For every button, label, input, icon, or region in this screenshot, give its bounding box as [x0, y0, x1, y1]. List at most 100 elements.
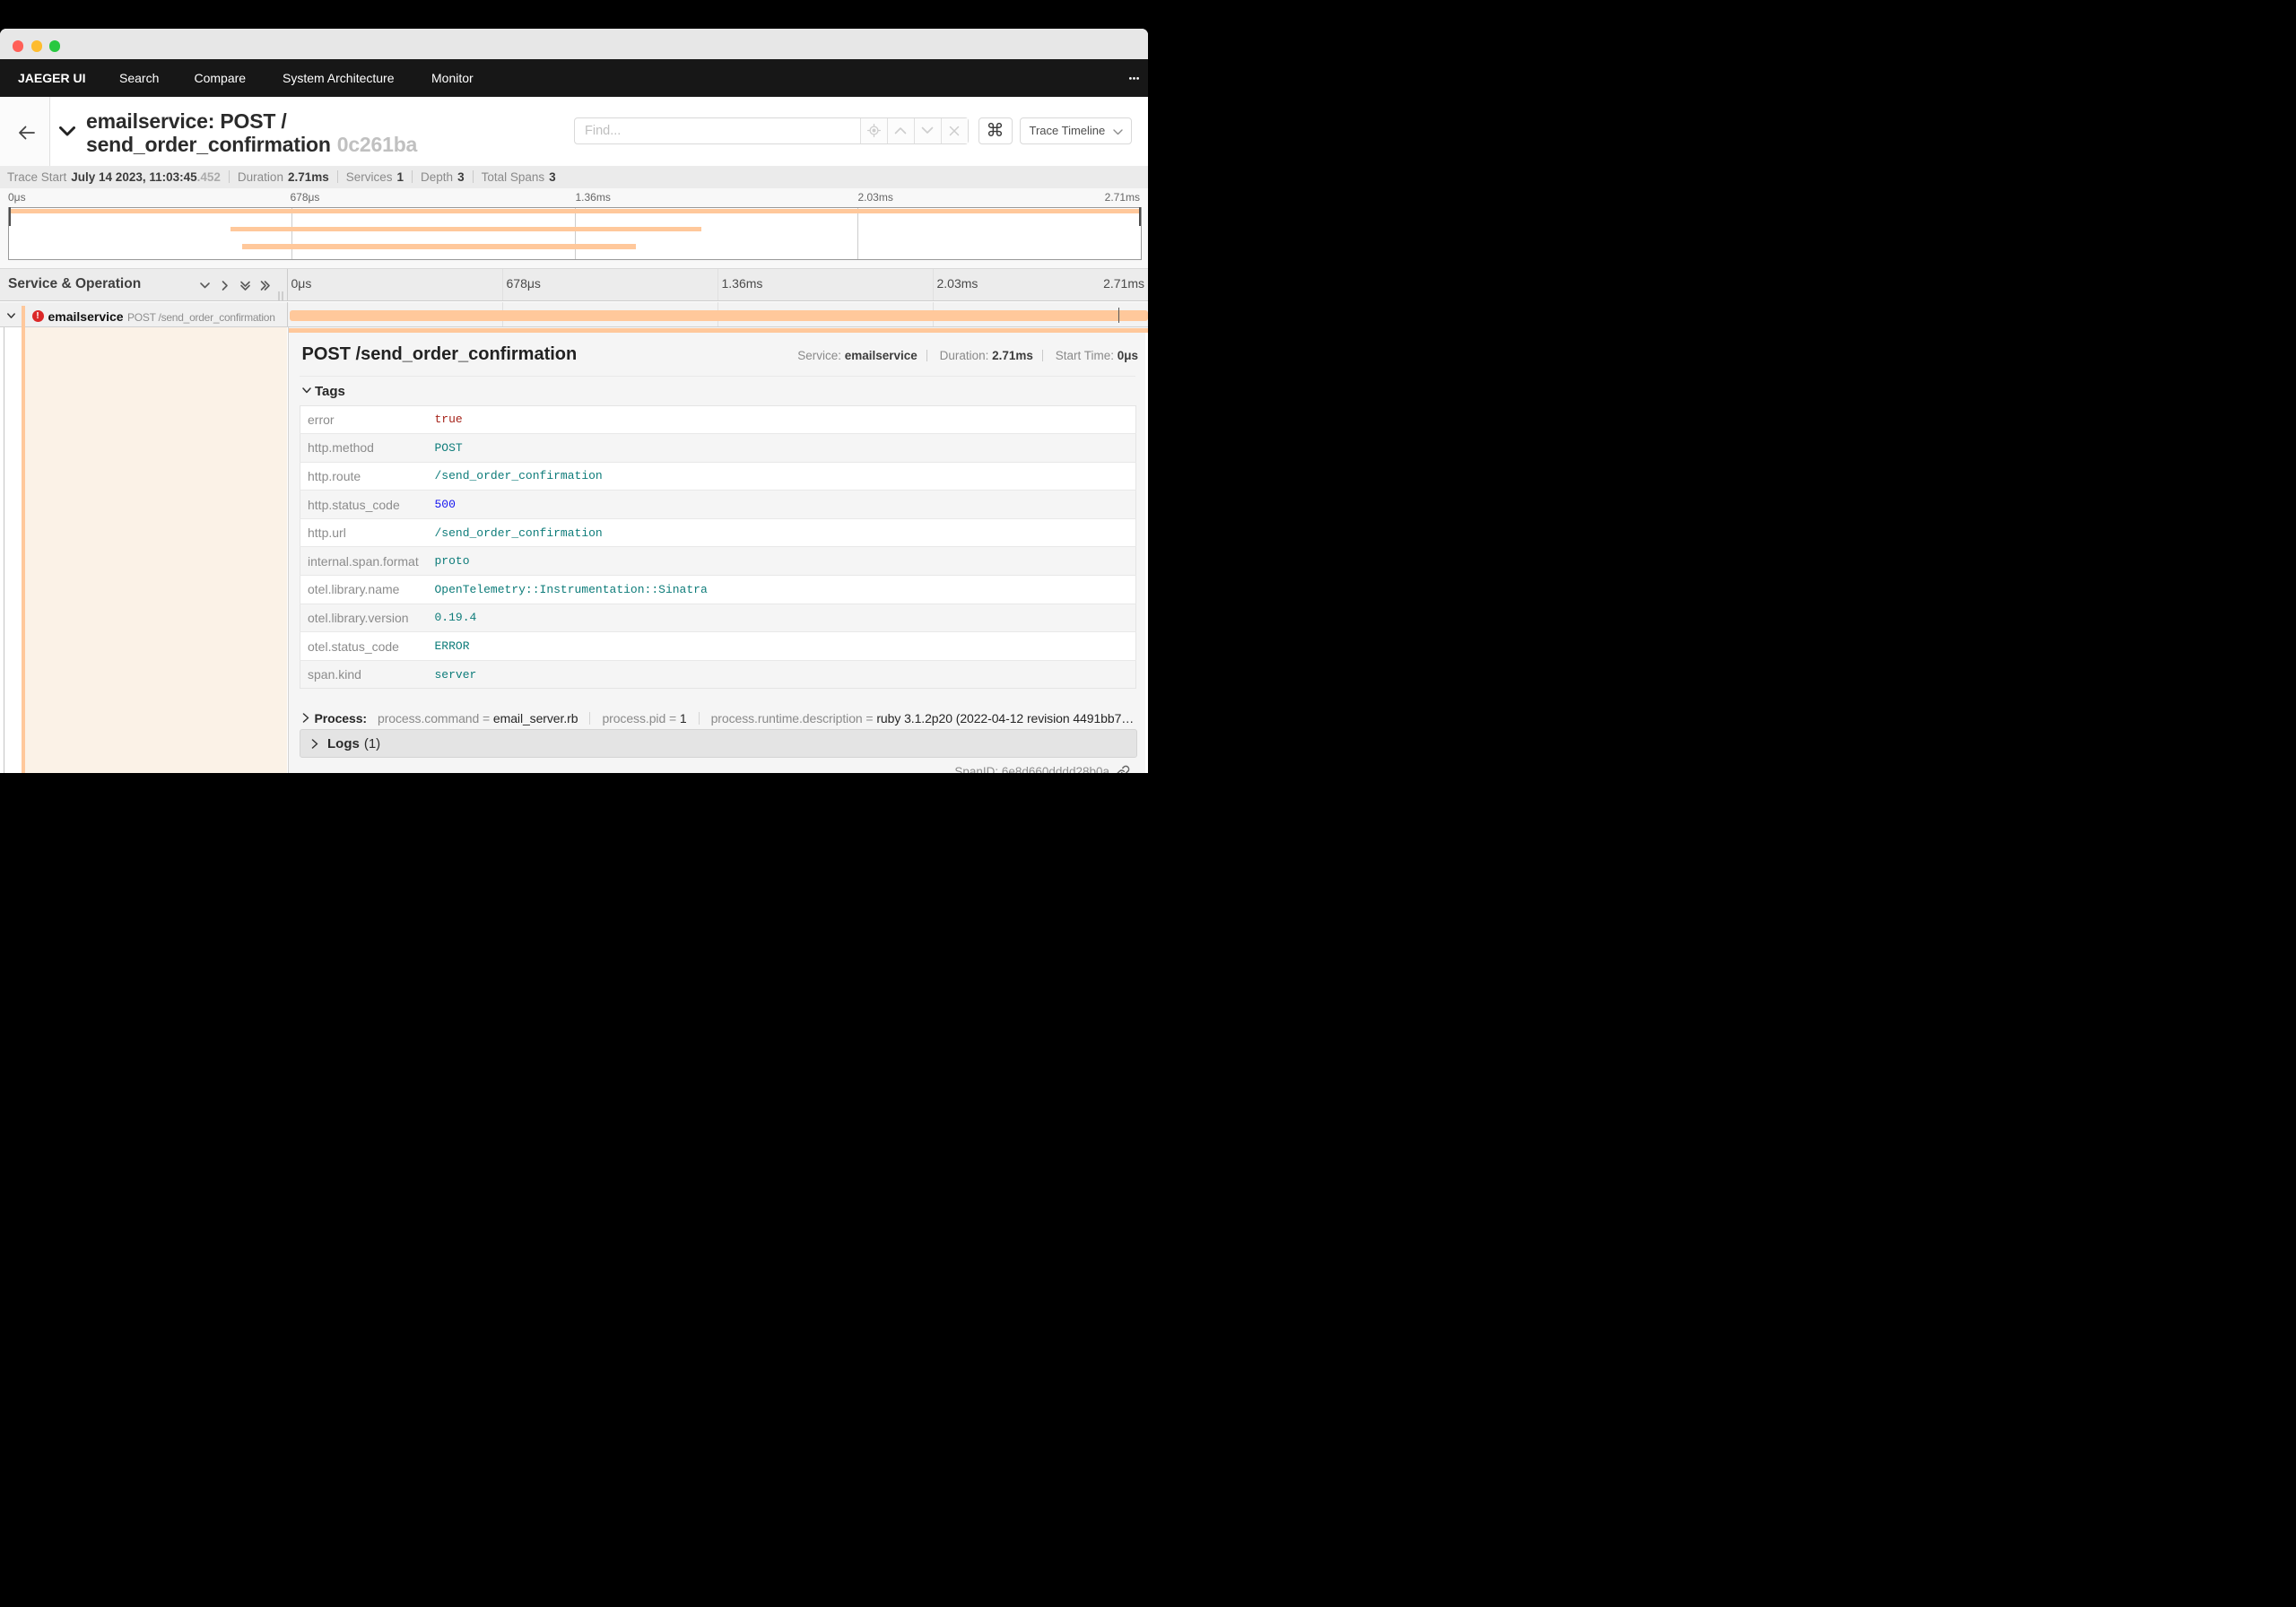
nav-brand-jaeger-ui[interactable]: JAEGER UI — [18, 59, 85, 97]
timeline-tick: 1.36ms — [721, 275, 763, 291]
minimize-window-button[interactable] — [30, 40, 42, 52]
span-duration-bar[interactable] — [289, 309, 1148, 321]
back-arrow-icon[interactable] — [18, 126, 35, 140]
minimap-tick: 0μs — [8, 191, 26, 204]
locate-icon — [866, 124, 881, 138]
tag-row[interactable]: http.method POST — [300, 433, 1135, 463]
tag-key: http.url — [300, 517, 428, 547]
trace-summary-bar: Trace Start July 14 2023, 11:03:45.452 D… — [0, 165, 1148, 188]
tag-row[interactable]: otel.library.name OpenTelemetry::Instrume… — [300, 575, 1135, 604]
column-resizer-grip[interactable] — [277, 291, 283, 300]
find-input[interactable] — [575, 118, 860, 143]
tags-accordian-toggle[interactable]: Tags — [301, 384, 345, 399]
nav-item-compare[interactable]: Compare — [195, 59, 247, 97]
tag-row[interactable]: span.kind server — [300, 659, 1135, 689]
minimap-canvas[interactable] — [7, 206, 1142, 260]
process-label: Process: — [314, 711, 368, 725]
tag-value: 0.19.4 — [427, 603, 1135, 632]
span-detail-panel: POST /send_order_confirmation Service: e… — [287, 327, 1148, 773]
chevron-up-icon — [894, 127, 907, 135]
tag-value: OpenTelemetry::Instrumentation::Sinatra — [427, 575, 1135, 604]
chevron-right-icon — [311, 738, 318, 749]
span-row-timeline[interactable] — [288, 301, 1148, 326]
minimap-tick: 2.03ms — [857, 191, 893, 204]
process-separator — [698, 712, 700, 725]
span-children-collapse-icon[interactable] — [7, 312, 15, 319]
nav-item-system-architecture[interactable]: System Architecture — [283, 59, 395, 97]
macos-titlebar[interactable] — [0, 28, 1148, 59]
depth-value: 3 — [457, 169, 465, 184]
total-spans-label: Total Spans — [481, 169, 545, 184]
nav-item-search[interactable]: Search — [119, 59, 159, 97]
collapse-one-icon[interactable] — [199, 280, 211, 291]
timeline-cursor-guide — [1118, 307, 1119, 323]
tag-row[interactable]: http.route/send_order_confirmation — [300, 461, 1135, 491]
minimap-left-scrubber[interactable] — [8, 206, 11, 226]
services-label: Services — [345, 169, 393, 184]
expand-one-icon[interactable] — [219, 280, 230, 291]
total-spans-value: 3 — [549, 169, 556, 184]
nav-item-monitor[interactable]: Monitor — [431, 59, 474, 97]
span-id-value: 6e8d660dddd28b0a — [1001, 765, 1109, 773]
process-accordian-toggle[interactable]: Process: process.command = email_server.… — [302, 708, 1136, 728]
minimap-tick: 2.71ms — [1104, 191, 1140, 204]
tag-row[interactable]: otel.library.version 0.19.4 — [300, 603, 1135, 632]
chevron-down-icon — [301, 387, 311, 393]
tag-row[interactable]: internal.span.format proto — [300, 546, 1135, 576]
expand-all-icon[interactable] — [259, 280, 271, 291]
top-navbar: JAEGER UI Search Compare System Architec… — [0, 59, 1148, 97]
tag-value: ERROR — [427, 631, 1135, 661]
detail-divider — [300, 376, 1135, 377]
chevron-right-icon — [302, 713, 309, 723]
timeline-header-left: Service & Operation — [0, 268, 288, 300]
tag-value: 500 — [427, 490, 1135, 519]
tag-row[interactable]: otel.status_code ERROR — [300, 631, 1135, 661]
nav-overflow-button[interactable] — [1128, 59, 1139, 97]
keyboard-shortcuts-button[interactable]: ⌘ — [978, 117, 1013, 144]
error-icon: ! — [31, 310, 44, 322]
summary-separator — [228, 170, 230, 183]
deep-link-icon[interactable] — [1116, 765, 1130, 773]
tag-row[interactable]: http.url/send_order_confirmation — [300, 517, 1135, 547]
tag-row[interactable]: http.status_code 500 — [300, 490, 1135, 519]
find-prev-button[interactable] — [886, 118, 914, 143]
logs-accordian-toggle[interactable]: Logs (1) — [300, 729, 1137, 758]
minimap-gridline — [574, 207, 576, 259]
find-next-button[interactable] — [913, 118, 941, 143]
tag-value: server — [427, 659, 1135, 689]
tag-key: http.method — [300, 433, 428, 463]
span-row-name-column: ! emailservice POST /send_order_confirma… — [0, 301, 288, 327]
detail-start-time-value: 0μs — [1117, 349, 1138, 362]
process-kv: process.command = email_server.rb — [378, 711, 578, 725]
timeline-tick: 2.03ms — [936, 275, 978, 291]
minimap-right-scrubber[interactable] — [1138, 206, 1141, 226]
minimap-span-bar — [8, 208, 1141, 213]
minimap-gridline — [291, 207, 293, 259]
logs-count: (1) — [363, 735, 381, 751]
detail-right-gutter — [1144, 333, 1148, 773]
tag-key: span.kind — [300, 659, 428, 689]
find-clear-button[interactable] — [940, 118, 968, 143]
span-id-footer: SpanID: 6e8d660dddd28b0a — [954, 765, 1130, 773]
trace-page-header: emailservice: POST / send_order_confirma… — [0, 96, 1148, 166]
find-bar — [574, 117, 969, 144]
span-row[interactable]: ! emailservice POST /send_order_confirma… — [0, 301, 1148, 327]
trace-title: emailservice: POST / send_order_confirma… — [86, 109, 417, 156]
process-value: ruby 3.1.2p20 (2022-04-12 revision 4491b… — [876, 711, 1135, 725]
close-window-button[interactable] — [12, 40, 23, 52]
process-key: process.runtime.description — [710, 711, 863, 725]
detail-duration-label: Duration: — [939, 349, 989, 362]
find-focus-match-button[interactable] — [859, 118, 887, 143]
span-id-label: SpanID: — [954, 765, 999, 773]
ellipsis-icon — [1128, 76, 1139, 80]
timeline-tick: 2.71ms — [1103, 275, 1144, 291]
zoom-window-button[interactable] — [48, 40, 60, 52]
collapse-all-icon[interactable] — [239, 280, 251, 291]
detail-row-left-panel — [25, 327, 288, 773]
trace-view-select[interactable]: Trace Timeline — [1019, 117, 1132, 144]
collapse-title-chevron-icon[interactable] — [59, 126, 75, 136]
timeline-gridline — [933, 268, 935, 300]
process-kv: process.runtime.description = ruby 3.1.2… — [711, 711, 1135, 725]
tag-value: /send_order_confirmation — [427, 461, 1135, 491]
tag-row[interactable]: error true — [300, 405, 1136, 434]
